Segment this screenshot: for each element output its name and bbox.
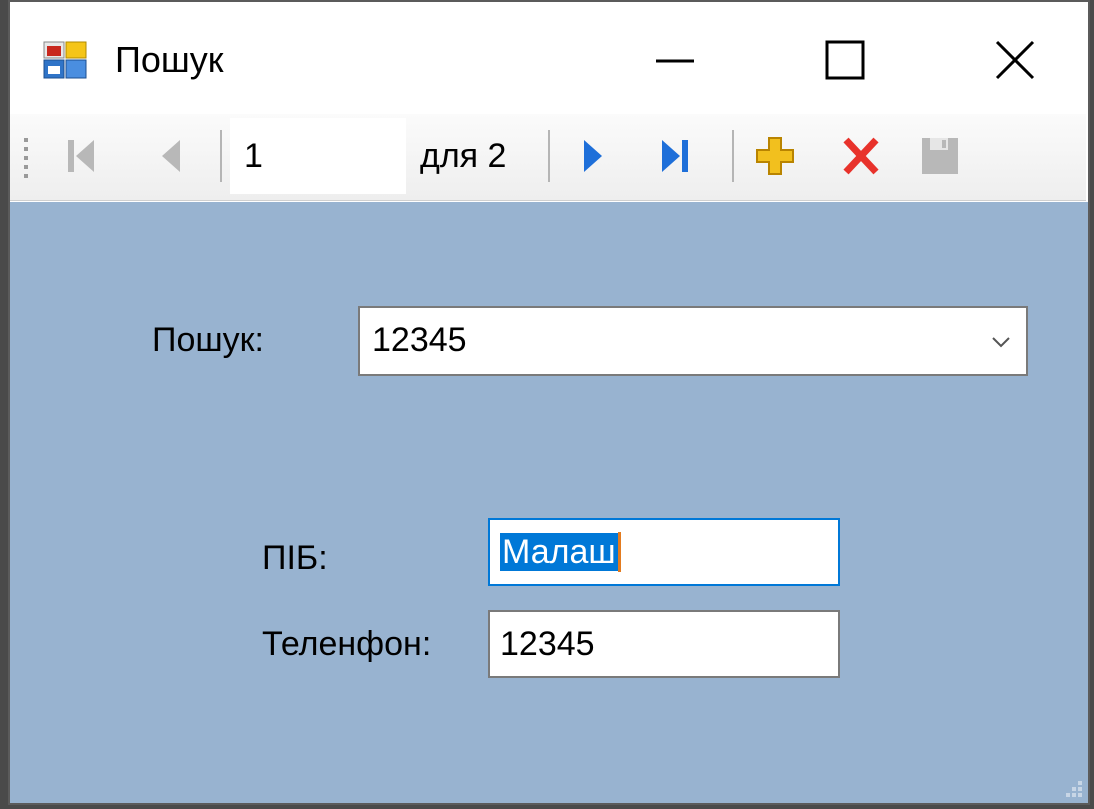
phone-field[interactable]: 12345 xyxy=(488,610,840,678)
chevron-down-icon[interactable] xyxy=(990,332,1012,352)
delete-icon[interactable] xyxy=(836,128,886,184)
text-caret xyxy=(617,532,621,572)
close-icon[interactable] xyxy=(980,30,1050,90)
phone-field-value: 12345 xyxy=(500,625,595,663)
position-input[interactable]: 1 xyxy=(230,118,406,194)
pib-field-value: Малаш xyxy=(500,532,621,572)
move-first-icon[interactable] xyxy=(58,128,108,184)
app-window-icon xyxy=(42,40,88,80)
pib-selected-text: Малаш xyxy=(500,533,618,571)
window-title: Пошук xyxy=(115,39,224,80)
search-combobox-value: 12345 xyxy=(372,321,467,359)
pib-label: ПІБ: xyxy=(262,539,328,577)
toolbar-separator xyxy=(220,130,222,182)
toolbar-separator xyxy=(548,130,550,182)
search-combobox[interactable]: 12345 xyxy=(358,306,1028,376)
maximize-icon[interactable] xyxy=(810,30,880,90)
minimize-icon[interactable] xyxy=(640,30,710,90)
binding-navigator: 1 для 2 xyxy=(10,114,1086,201)
move-last-icon[interactable] xyxy=(650,128,700,184)
move-previous-icon[interactable] xyxy=(148,128,198,184)
save-icon[interactable] xyxy=(914,128,964,184)
phone-label: Теленфон: xyxy=(262,625,432,663)
form-body: Пошук: 12345 ПІБ: Малаш Теленфон: 12345 xyxy=(10,202,1088,803)
toolbar-grip[interactable] xyxy=(24,138,28,180)
search-label: Пошук: xyxy=(152,321,264,359)
pib-field[interactable]: Малаш xyxy=(488,518,840,586)
toolbar-separator xyxy=(732,130,734,182)
add-new-icon[interactable] xyxy=(750,128,800,184)
record-count-label: для 2 xyxy=(420,137,507,175)
move-next-icon[interactable] xyxy=(566,128,616,184)
resize-grip-icon[interactable] xyxy=(1062,777,1084,799)
title-bar[interactable]: Пошук xyxy=(10,2,1088,112)
search-window: Пошук 1 для 2 Пошук: 12345 ПІБ: Малаш Те… xyxy=(8,0,1090,805)
